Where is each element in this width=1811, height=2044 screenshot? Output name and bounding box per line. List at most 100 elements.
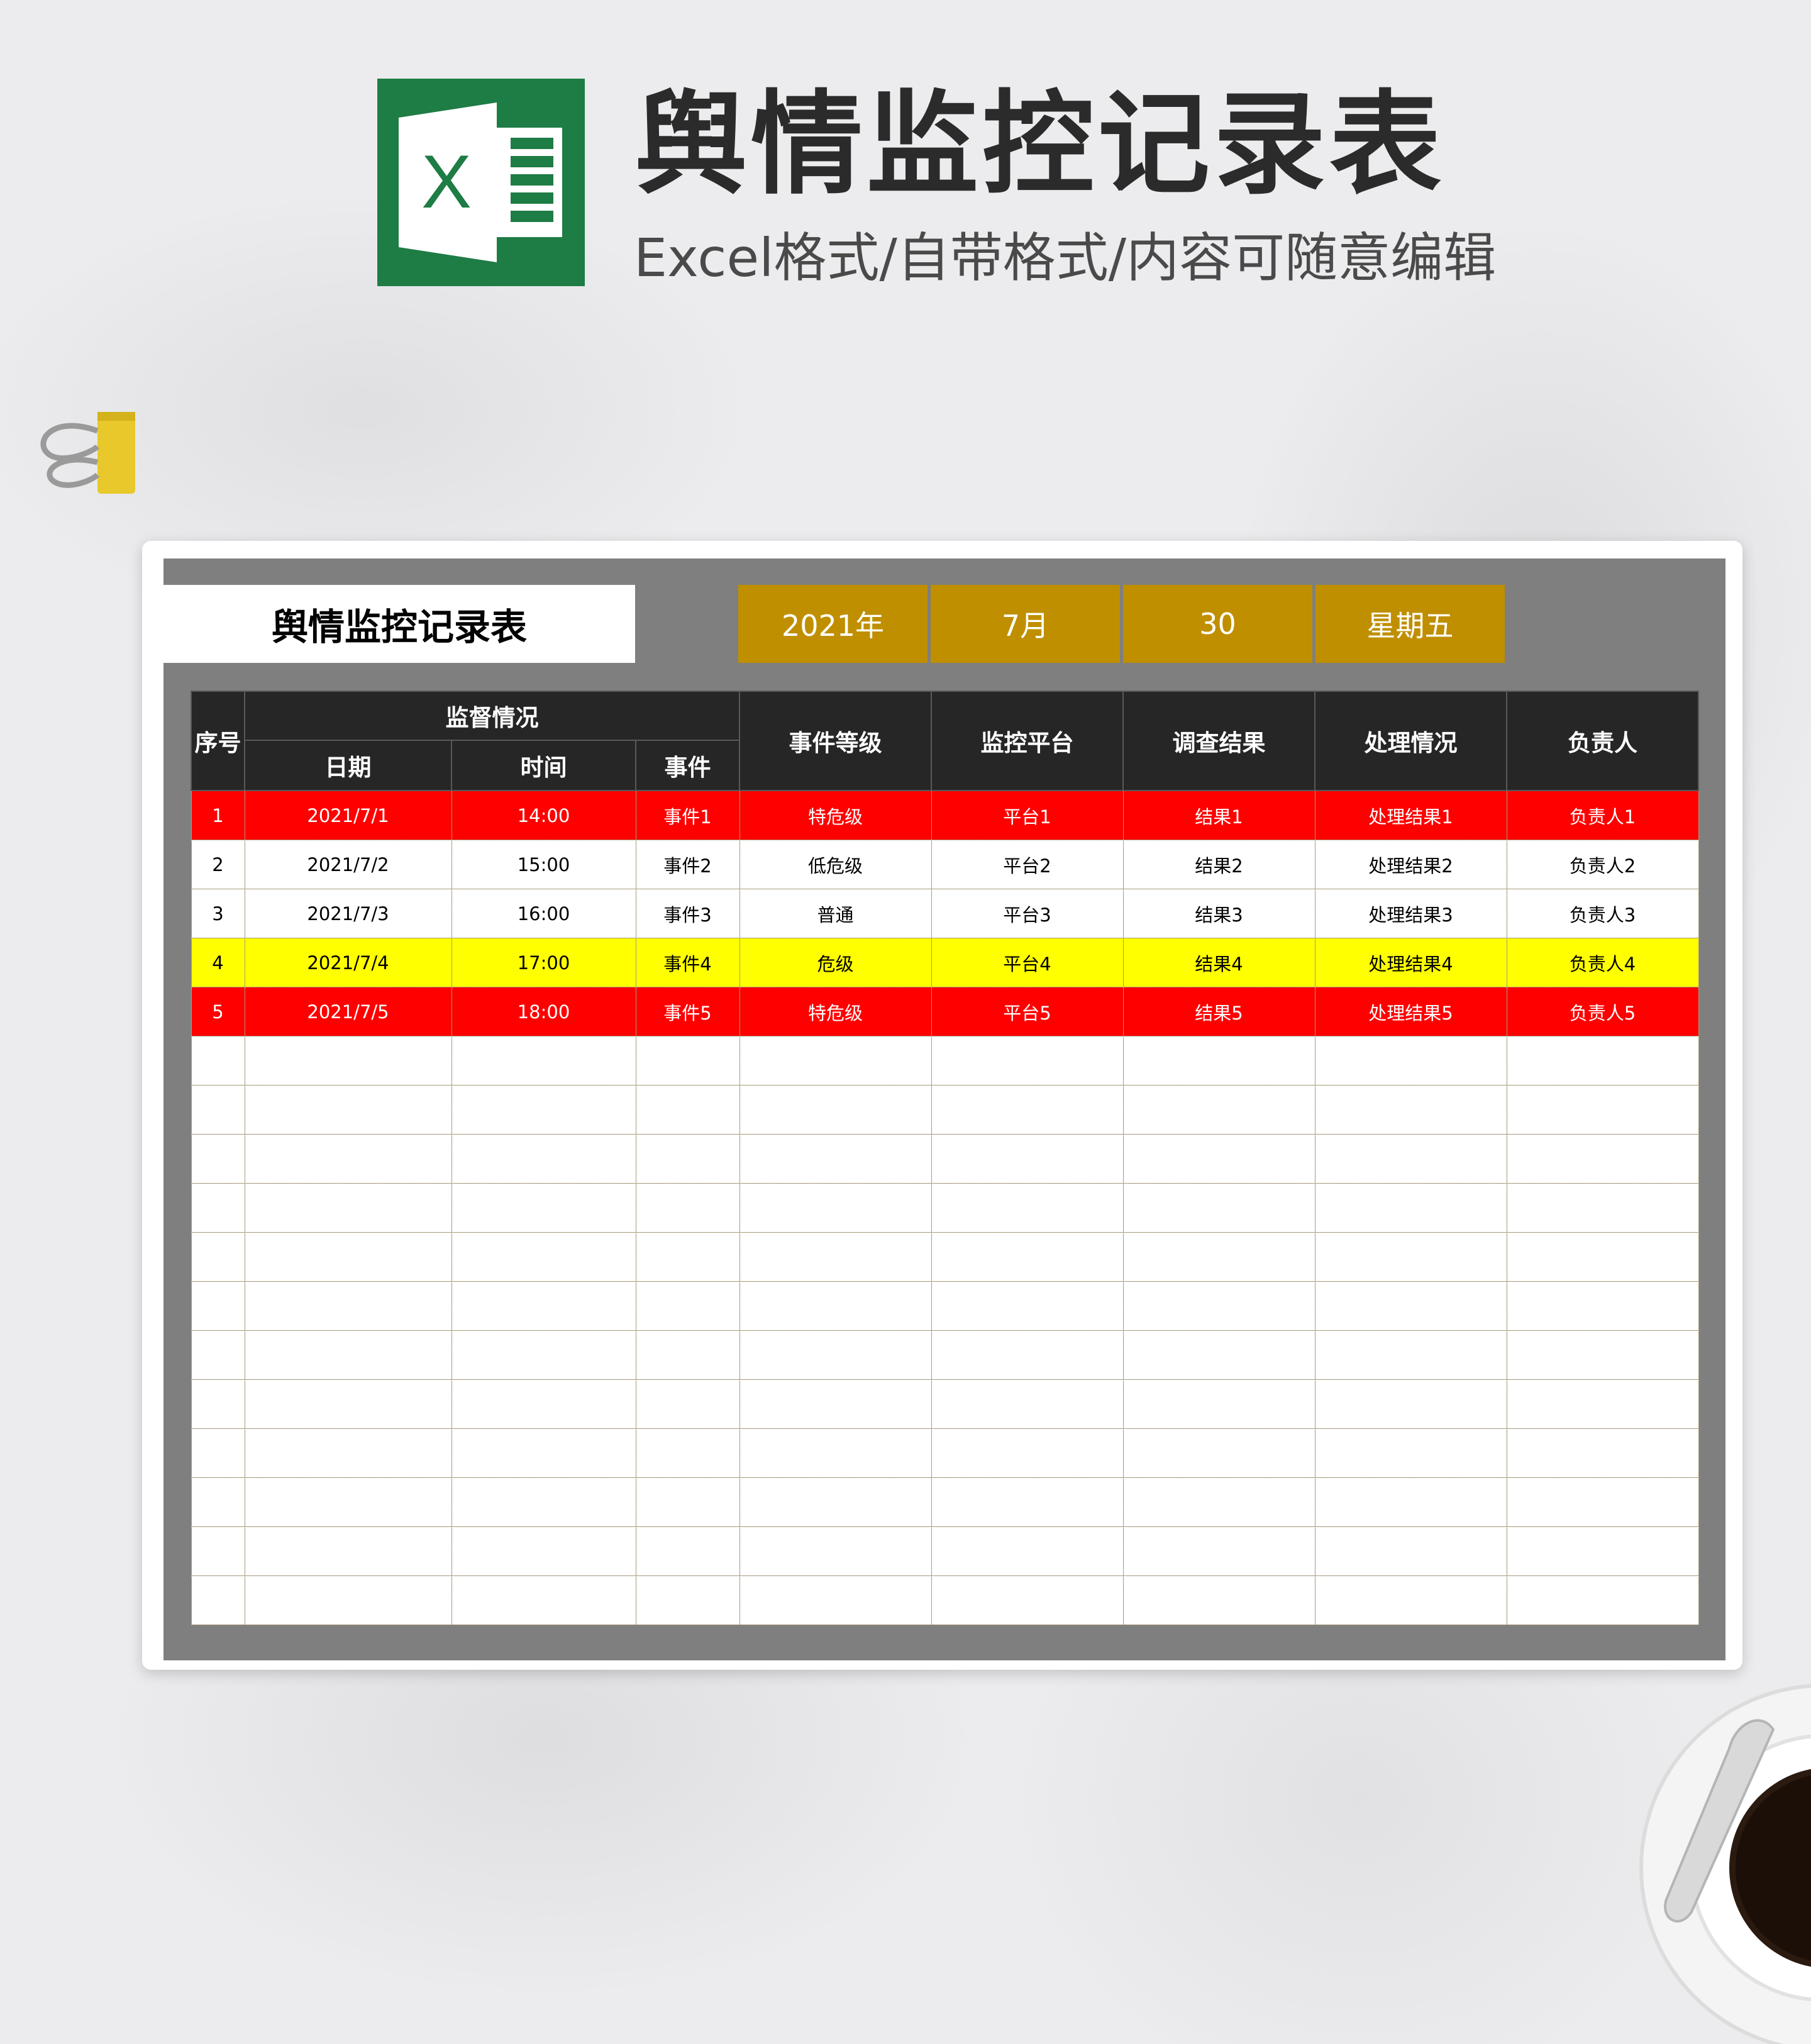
- empty-cell[interactable]: [1122, 1428, 1315, 1478]
- cell-index[interactable]: 1: [191, 790, 245, 840]
- cell-index[interactable]: 4: [191, 938, 245, 987]
- cell-date[interactable]: 2021/7/1: [244, 790, 452, 840]
- empty-cell[interactable]: [191, 1575, 245, 1625]
- cell-time[interactable]: 15:00: [451, 840, 636, 889]
- empty-cell[interactable]: [739, 1575, 932, 1625]
- empty-cell[interactable]: [451, 1379, 636, 1429]
- cell-index[interactable]: 2: [191, 840, 245, 889]
- empty-cell[interactable]: [931, 1379, 1124, 1429]
- empty-cell[interactable]: [635, 1379, 740, 1429]
- empty-cell[interactable]: [635, 1526, 740, 1576]
- empty-cell[interactable]: [1506, 1134, 1699, 1184]
- cell-platform[interactable]: 平台4: [931, 938, 1124, 987]
- empty-cell[interactable]: [191, 1428, 245, 1478]
- cell-date[interactable]: 2021/7/2: [244, 840, 452, 889]
- empty-cell[interactable]: [1314, 1330, 1507, 1380]
- empty-cell[interactable]: [451, 1575, 636, 1625]
- empty-cell[interactable]: [244, 1134, 452, 1184]
- empty-cell[interactable]: [931, 1477, 1124, 1527]
- empty-cell[interactable]: [1314, 1134, 1507, 1184]
- cell-platform[interactable]: 平台5: [931, 987, 1124, 1036]
- empty-cell[interactable]: [1506, 1379, 1699, 1429]
- empty-cell[interactable]: [931, 1575, 1124, 1625]
- empty-cell[interactable]: [451, 1183, 636, 1233]
- empty-cell[interactable]: [635, 1183, 740, 1233]
- empty-cell[interactable]: [191, 1183, 245, 1233]
- empty-cell[interactable]: [1122, 1379, 1315, 1429]
- empty-cell[interactable]: [739, 1379, 932, 1429]
- empty-cell[interactable]: [739, 1281, 932, 1331]
- cell-event[interactable]: 事件4: [635, 938, 740, 987]
- cell-level[interactable]: 低危级: [739, 840, 932, 889]
- cell-level[interactable]: 普通: [739, 889, 932, 938]
- cell-result[interactable]: 结果5: [1122, 987, 1315, 1036]
- empty-cell[interactable]: [739, 1036, 932, 1086]
- empty-cell[interactable]: [739, 1134, 932, 1184]
- date-weekday[interactable]: 星期五: [1315, 585, 1505, 663]
- empty-cell[interactable]: [244, 1428, 452, 1478]
- cell-date[interactable]: 2021/7/4: [244, 938, 452, 987]
- cell-index[interactable]: 3: [191, 889, 245, 938]
- date-day[interactable]: 30: [1123, 585, 1312, 663]
- empty-cell[interactable]: [191, 1477, 245, 1527]
- empty-cell[interactable]: [1314, 1428, 1507, 1478]
- empty-cell[interactable]: [1122, 1134, 1315, 1184]
- cell-event[interactable]: 事件2: [635, 840, 740, 889]
- empty-cell[interactable]: [931, 1036, 1124, 1086]
- cell-platform[interactable]: 平台2: [931, 840, 1124, 889]
- empty-cell[interactable]: [1122, 1477, 1315, 1527]
- cell-handling[interactable]: 处理结果5: [1314, 987, 1507, 1036]
- empty-cell[interactable]: [244, 1232, 452, 1282]
- empty-cell[interactable]: [451, 1134, 636, 1184]
- empty-cell[interactable]: [244, 1526, 452, 1576]
- empty-cell[interactable]: [244, 1183, 452, 1233]
- empty-cell[interactable]: [451, 1036, 636, 1086]
- empty-cell[interactable]: [244, 1085, 452, 1135]
- empty-cell[interactable]: [635, 1281, 740, 1331]
- empty-cell[interactable]: [451, 1281, 636, 1331]
- cell-event[interactable]: 事件5: [635, 987, 740, 1036]
- cell-result[interactable]: 结果3: [1122, 889, 1315, 938]
- empty-cell[interactable]: [1122, 1183, 1315, 1233]
- empty-cell[interactable]: [1314, 1036, 1507, 1086]
- empty-cell[interactable]: [244, 1330, 452, 1380]
- empty-cell[interactable]: [1122, 1575, 1315, 1625]
- cell-handling[interactable]: 处理结果4: [1314, 938, 1507, 987]
- cell-level[interactable]: 特危级: [739, 987, 932, 1036]
- empty-cell[interactable]: [451, 1477, 636, 1527]
- empty-cell[interactable]: [635, 1085, 740, 1135]
- empty-cell[interactable]: [739, 1428, 932, 1478]
- empty-cell[interactable]: [191, 1281, 245, 1331]
- empty-cell[interactable]: [1122, 1281, 1315, 1331]
- empty-cell[interactable]: [1506, 1085, 1699, 1135]
- empty-cell[interactable]: [739, 1232, 932, 1282]
- empty-cell[interactable]: [1506, 1575, 1699, 1625]
- empty-cell[interactable]: [1314, 1085, 1507, 1135]
- empty-cell[interactable]: [191, 1036, 245, 1086]
- empty-cell[interactable]: [1314, 1526, 1507, 1576]
- cell-owner[interactable]: 负责人3: [1506, 889, 1699, 938]
- empty-cell[interactable]: [1506, 1477, 1699, 1527]
- empty-cell[interactable]: [1122, 1526, 1315, 1576]
- empty-cell[interactable]: [191, 1232, 245, 1282]
- empty-cell[interactable]: [635, 1036, 740, 1086]
- empty-cell[interactable]: [1314, 1183, 1507, 1233]
- empty-cell[interactable]: [191, 1085, 245, 1135]
- cell-time[interactable]: 14:00: [451, 790, 636, 840]
- empty-cell[interactable]: [635, 1134, 740, 1184]
- empty-cell[interactable]: [635, 1477, 740, 1527]
- empty-cell[interactable]: [1506, 1428, 1699, 1478]
- empty-cell[interactable]: [191, 1134, 245, 1184]
- cell-result[interactable]: 结果4: [1122, 938, 1315, 987]
- empty-cell[interactable]: [739, 1085, 932, 1135]
- empty-cell[interactable]: [635, 1428, 740, 1478]
- empty-cell[interactable]: [244, 1477, 452, 1527]
- empty-cell[interactable]: [931, 1183, 1124, 1233]
- cell-date[interactable]: 2021/7/5: [244, 987, 452, 1036]
- empty-cell[interactable]: [1314, 1575, 1507, 1625]
- empty-cell[interactable]: [244, 1281, 452, 1331]
- empty-cell[interactable]: [244, 1379, 452, 1429]
- cell-owner[interactable]: 负责人1: [1506, 790, 1699, 840]
- empty-cell[interactable]: [931, 1526, 1124, 1576]
- cell-time[interactable]: 18:00: [451, 987, 636, 1036]
